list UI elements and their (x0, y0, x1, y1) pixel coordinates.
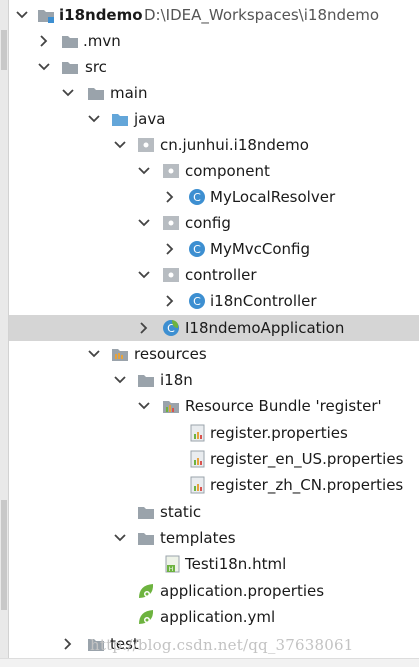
resource-bundle-icon (163, 401, 179, 413)
properties-file-icon (190, 476, 205, 494)
tree-label-application-properties: application.properties (160, 582, 325, 600)
tree-label-register-properties: register.properties (210, 424, 348, 442)
tree-label-i18n: i18n (160, 371, 193, 389)
tree-label-java: java (134, 110, 166, 128)
package-icon (138, 138, 154, 152)
folder-icon (62, 62, 78, 74)
tree-row-static[interactable]: static (9, 499, 419, 525)
package-icon (163, 164, 179, 178)
tree-label-resource-bundle: Resource Bundle 'register' (185, 397, 382, 415)
tree-row-resource-bundle[interactable]: Resource Bundle 'register' (9, 393, 419, 419)
tree-row-i18n-controller[interactable]: C i18nController (9, 288, 419, 314)
project-path: D:\IDEA_Workspaces\i18ndemo (144, 6, 380, 24)
tree-row-package[interactable]: cn.junhui.i18ndemo (9, 132, 419, 158)
svg-text:C: C (193, 191, 201, 204)
tree-row-resources[interactable]: resources (9, 341, 419, 367)
chevron-down-icon[interactable] (113, 373, 127, 387)
tree-label-package: cn.junhui.i18ndemo (160, 136, 309, 154)
chevron-right-icon[interactable] (137, 321, 151, 335)
chevron-down-icon[interactable] (137, 268, 151, 282)
spring-leaf-icon (139, 610, 154, 624)
folder-icon (88, 88, 104, 100)
tree-row-controller[interactable]: controller (9, 262, 419, 288)
project-tool-strip[interactable] (0, 0, 9, 666)
chevron-down-icon[interactable] (15, 8, 29, 22)
chevron-right-icon[interactable] (37, 34, 51, 48)
chevron-right-icon[interactable] (163, 190, 177, 204)
svg-text:C: C (193, 295, 201, 308)
source-folder-icon (112, 114, 128, 126)
tree-row-register-en-us[interactable]: register_en_US.properties (9, 446, 419, 472)
tree-row-component[interactable]: component (9, 158, 419, 184)
module-folder-icon (38, 10, 54, 23)
folder-icon (138, 375, 154, 387)
svg-text:H: H (169, 566, 174, 573)
project-name: i18ndemo (59, 6, 143, 24)
tree-row-templates[interactable]: templates (9, 525, 419, 551)
package-icon (163, 216, 179, 230)
chevron-down-icon[interactable] (137, 164, 151, 178)
chevron-down-icon[interactable] (61, 86, 75, 100)
tree-row-register-zh-cn[interactable]: register_zh_CN.properties (9, 472, 419, 498)
class-icon: C (189, 293, 205, 309)
properties-file-icon (190, 450, 205, 468)
chevron-down-icon[interactable] (87, 347, 101, 361)
folder-icon (138, 507, 154, 519)
tree-label-my-local-resolver: MyLocalResolver (210, 188, 336, 206)
tree-row-register-properties[interactable]: register.properties (9, 420, 419, 446)
chevron-down-icon[interactable] (113, 531, 127, 545)
tree-row-application-properties[interactable]: application.properties (9, 578, 419, 604)
tree-row-testi18n-html[interactable]: H Testi18n.html (9, 551, 419, 577)
tree-label-resources: resources (134, 345, 207, 363)
chevron-down-icon[interactable] (137, 399, 151, 413)
chevron-down-icon[interactable] (113, 138, 127, 152)
resources-folder-icon (112, 349, 128, 361)
tree-label-mvn: .mvn (83, 32, 121, 50)
tree-label-my-mvc-config: MyMvcConfig (210, 240, 311, 258)
tree-label-static: static (160, 503, 202, 521)
folder-icon (138, 533, 154, 545)
tree-row-src[interactable]: src (9, 54, 419, 80)
chevron-down-icon[interactable] (37, 60, 51, 74)
tree-row-i18n[interactable]: i18n (9, 367, 419, 393)
tree-label-testi18n-html: Testi18n.html (185, 555, 287, 573)
tree-label-src: src (85, 58, 107, 76)
project-tree[interactable]: i18ndemo D:\IDEA_Workspaces\i18ndemo .mv… (9, 0, 419, 666)
tree-row-main[interactable]: main (9, 80, 419, 106)
tree-label-register-zh-cn: register_zh_CN.properties (210, 476, 404, 494)
tree-label-templates: templates (160, 529, 236, 547)
tree-row-application-yml[interactable]: application.yml (9, 604, 419, 630)
html-file-icon: H (165, 555, 180, 573)
tree-row-my-mvc-config[interactable]: C MyMvcConfig (9, 236, 419, 262)
tree-label-main: main (110, 84, 148, 102)
spring-boot-class-icon: C (163, 320, 179, 336)
folder-icon (62, 36, 78, 48)
watermark-url: http://blog.csdn.net/qq_37638061 (90, 636, 354, 654)
chevron-down-icon[interactable] (87, 112, 101, 126)
tree-row-my-local-resolver[interactable]: C MyLocalResolver (9, 184, 419, 210)
tree-row-project-root[interactable]: i18ndemo D:\IDEA_Workspaces\i18ndemo (9, 2, 419, 28)
tree-row-java[interactable]: java (9, 106, 419, 132)
tree-label-application-class: I18ndemoApplication (185, 319, 345, 337)
spring-leaf-icon (139, 584, 154, 598)
chevron-right-icon[interactable] (163, 294, 177, 308)
chevron-right-icon[interactable] (163, 242, 177, 256)
package-icon (163, 268, 179, 282)
tree-label-application-yml: application.yml (160, 608, 276, 626)
tree-label-i18n-controller: i18nController (210, 292, 317, 310)
class-icon: C (189, 241, 205, 257)
tree-row-mvn[interactable]: .mvn (9, 28, 419, 54)
properties-file-icon (190, 424, 205, 442)
chevron-right-icon[interactable] (61, 637, 75, 651)
svg-text:C: C (193, 243, 201, 256)
chevron-down-icon[interactable] (137, 216, 151, 230)
tree-label-controller: controller (185, 266, 257, 284)
tree-row-application-class[interactable]: C I18ndemoApplication (9, 315, 419, 341)
tree-label-register-en-us: register_en_US.properties (210, 450, 404, 468)
class-icon: C (189, 189, 205, 205)
tree-label-component: component (185, 162, 270, 180)
tree-row-config[interactable]: config (9, 210, 419, 236)
tree-label-config: config (185, 214, 231, 232)
